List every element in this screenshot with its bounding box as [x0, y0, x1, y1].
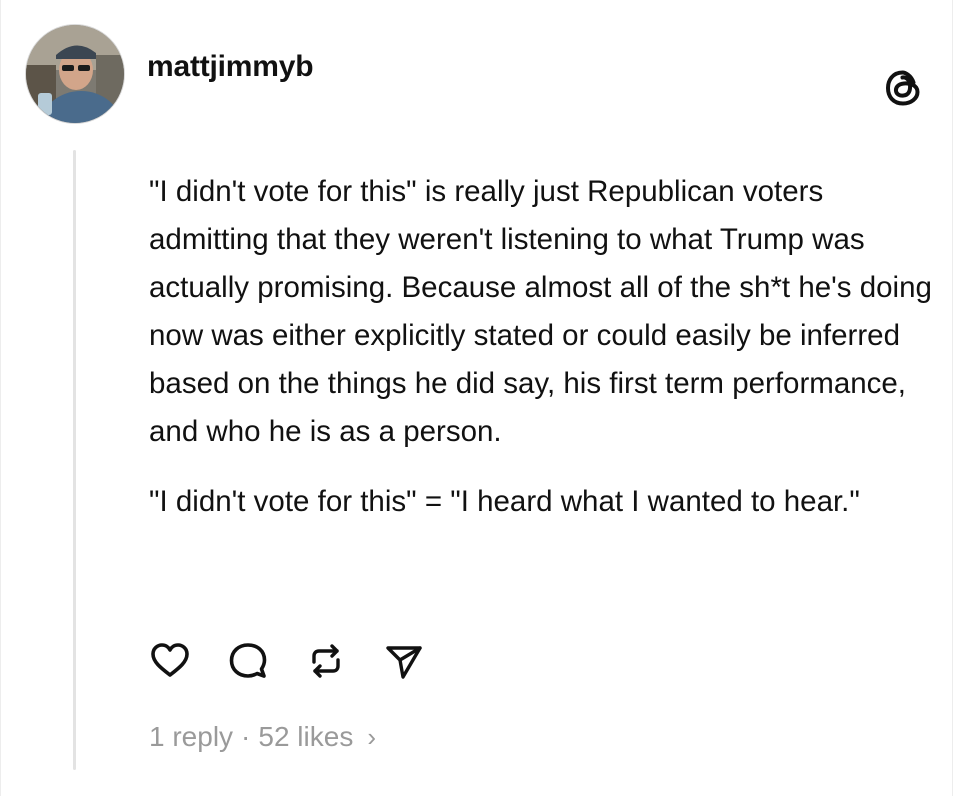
threads-logo-icon[interactable] [880, 64, 928, 112]
post-stats[interactable]: 1 reply · 52 likes › [149, 721, 376, 753]
share-button[interactable] [383, 640, 425, 682]
comment-bubble-icon [229, 643, 267, 678]
post-body: "I didn't vote for this" is really just … [149, 168, 939, 526]
heart-icon [151, 643, 189, 677]
reply-count[interactable]: 1 reply [149, 721, 233, 753]
post-paragraph: "I didn't vote for this" = "I heard what… [149, 485, 860, 518]
send-icon [386, 646, 422, 679]
repost-button[interactable] [305, 640, 347, 682]
like-button[interactable] [149, 640, 191, 682]
stats-separator: · [241, 721, 251, 752]
username[interactable]: mattjimmyb [147, 50, 314, 84]
post-paragraph: "I didn't vote for this" is really just … [149, 175, 932, 448]
chevron-right-icon[interactable]: › [367, 722, 376, 753]
thread-line [73, 150, 76, 770]
avatar[interactable] [25, 24, 125, 124]
post-card: mattjimmyb "I didn't vote for this" is r… [0, 0, 953, 796]
comment-button[interactable] [227, 640, 269, 682]
repost-icon [312, 644, 340, 678]
like-count[interactable]: 52 likes [258, 721, 353, 753]
action-bar [149, 640, 425, 682]
